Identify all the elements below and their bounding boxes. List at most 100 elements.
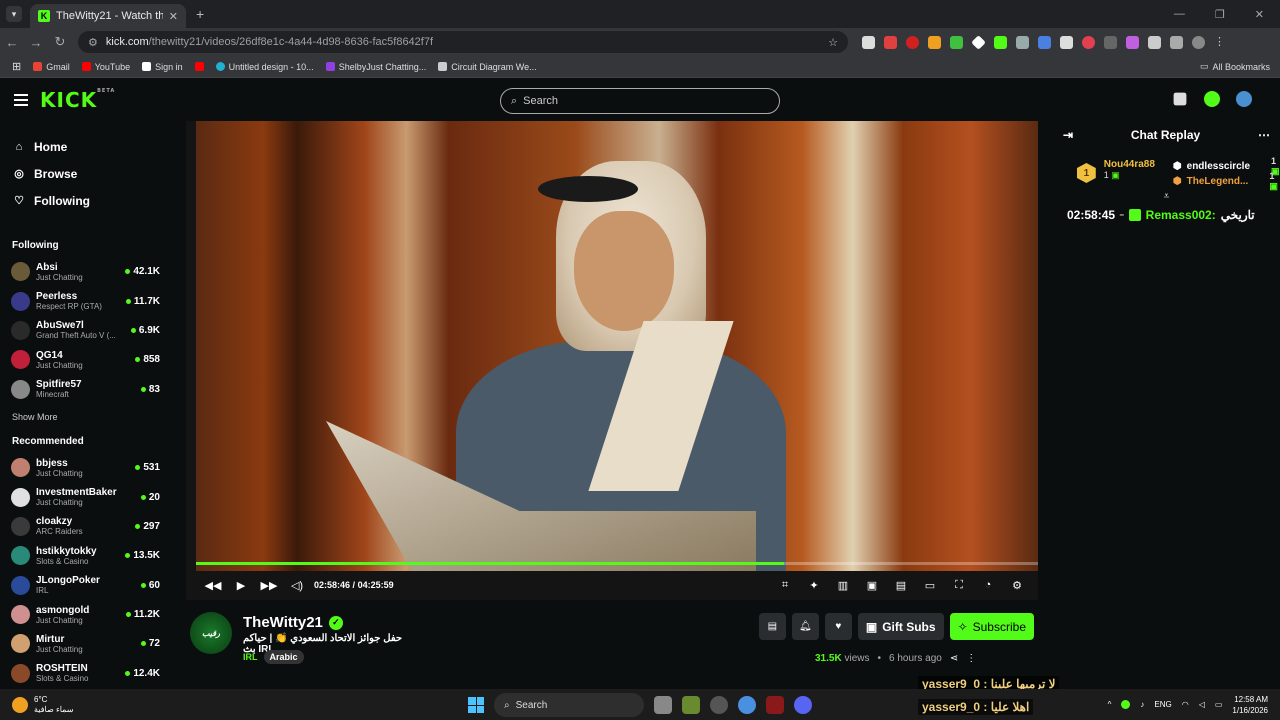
speed-icon[interactable]: ◔	[979, 576, 997, 594]
url-bar[interactable]: ⚙ kick.com/thewitty21/videos/26df8e1c-4a…	[78, 31, 848, 53]
extension-icon[interactable]	[1126, 35, 1139, 49]
channel-name[interactable]: TheWitty21 ✓	[243, 614, 343, 631]
extension-icon[interactable]	[1016, 35, 1029, 49]
clip-crop-icon[interactable]: ⌗	[776, 576, 794, 594]
app-icon[interactable]	[710, 696, 728, 714]
all-bookmarks-button[interactable]: ▭ All Bookmarks	[1200, 61, 1280, 72]
more-options-icon[interactable]: ⋮	[966, 653, 976, 664]
seek-bar[interactable]	[196, 562, 1038, 565]
extension-icon[interactable]	[1038, 35, 1051, 49]
extensions-puzzle-icon[interactable]	[1148, 35, 1161, 49]
channel-item[interactable]: QG14 Just Chatting 858	[0, 345, 170, 374]
restore-icon[interactable]: ❐	[1215, 8, 1225, 21]
user-avatar[interactable]	[1236, 91, 1252, 107]
clock[interactable]: 12:58 AM 1/16/2026	[1232, 694, 1268, 716]
extension-icon[interactable]	[928, 35, 941, 49]
nav-following[interactable]: ♡ Following	[13, 187, 170, 214]
discord-icon[interactable]	[794, 696, 812, 714]
extension-icon[interactable]	[862, 35, 875, 49]
channel-item[interactable]: AbuSwe7l Grand Theft Auto V (... 6.9K	[0, 316, 170, 345]
extension-icon[interactable]	[884, 35, 897, 49]
gifter-item[interactable]: ⬢ TheLegend... 1 ▣	[1173, 171, 1280, 191]
bookmark-shelby[interactable]: ShelbyJust Chatting...	[325, 62, 426, 72]
extension-icon[interactable]	[1104, 35, 1117, 49]
channel-item[interactable]: InvestmentBaker Just Chatting 20	[0, 482, 170, 511]
channel-item[interactable]: asmongold Just Chatting 11.2K	[0, 600, 170, 629]
volume-icon[interactable]: ◁)	[288, 576, 306, 594]
tray-chevron-icon[interactable]: ^	[1108, 700, 1112, 709]
share-icon[interactable]: ⋖	[950, 653, 958, 664]
settings-gear-icon[interactable]: ⚙	[1008, 576, 1026, 594]
subscribe-button[interactable]: ✧ Subscribe	[949, 613, 1034, 640]
theater-mode-icon[interactable]: ▭	[921, 576, 939, 594]
site-info-icon[interactable]: ⚙	[88, 36, 98, 49]
channel-item[interactable]: bbjess Just Chatting 531	[0, 453, 170, 482]
kick-logo[interactable]: KICKBETA	[40, 88, 115, 112]
extension-icon[interactable]	[950, 35, 963, 49]
channel-item[interactable]: cloakzy ARC Raiders 297	[0, 512, 170, 541]
chrome-icon[interactable]	[738, 696, 756, 714]
app-icon[interactable]	[682, 696, 700, 714]
tab-search-button[interactable]: ▾	[6, 6, 22, 22]
bookmark-youtube-icon[interactable]	[194, 62, 204, 71]
channel-item[interactable]: JLongoPoker IRL 60	[0, 571, 170, 600]
extension-icon[interactable]	[906, 35, 919, 49]
bookmark-star-icon[interactable]: ☆	[828, 36, 838, 49]
sparkle-icon[interactable]: ✦	[805, 576, 823, 594]
bookmark-canva[interactable]: Untitled design - 10...	[215, 62, 314, 72]
extension-icon[interactable]	[994, 35, 1007, 49]
nav-browse[interactable]: ◎ Browse	[13, 160, 170, 187]
channel-item[interactable]: Mirtur Just Chatting 72	[0, 629, 170, 658]
video-player[interactable]: ◀◀ ▶ ▶▶ ◁) 02:58:46 / 04:25:59 ⌗ ✦ ▥ ▣ ▤…	[186, 121, 1038, 600]
search-input[interactable]: ⌕ Search	[500, 88, 780, 114]
app-icon[interactable]	[766, 696, 784, 714]
bookmark-youtube[interactable]: YouTube	[81, 62, 130, 72]
stats-icon[interactable]: ▥	[834, 576, 852, 594]
mic-icon[interactable]: ♪	[1140, 700, 1144, 709]
bookmark-circuit[interactable]: Circuit Diagram We...	[438, 62, 537, 72]
channel-item[interactable]: hstikkytokky Slots & Casino 13.5K	[0, 541, 170, 570]
fullscreen-icon[interactable]: ⛶	[950, 576, 968, 594]
collapse-chat-icon[interactable]: ⇥	[1063, 128, 1073, 142]
browser-tab[interactable]: K TheWitty21 - Watch the VOD o ✕	[30, 4, 186, 28]
forward-icon[interactable]: →	[24, 35, 48, 50]
extension-icon[interactable]	[1082, 35, 1095, 49]
video-frame[interactable]	[196, 121, 1038, 571]
reload-icon[interactable]: ↻	[48, 34, 72, 50]
close-window-icon[interactable]: ✕	[1255, 8, 1264, 21]
channel-item[interactable]: ROSHTEIN Slots & Casino 12.4K	[0, 659, 170, 688]
back-icon[interactable]: ←	[0, 35, 24, 50]
tab-close-icon[interactable]: ✕	[169, 10, 178, 23]
wifi-icon[interactable]: ◠	[1182, 700, 1189, 709]
chat-options-icon[interactable]: ⋯	[1258, 128, 1270, 142]
channel-item[interactable]: Peerless Respect RP (GTA) 11.7K	[0, 286, 170, 315]
profile-avatar[interactable]	[1192, 35, 1205, 49]
rewind-icon[interactable]: ◀◀	[204, 576, 222, 594]
channel-item[interactable]: Spitfire57 Minecraft 83	[0, 375, 170, 404]
cast-icon[interactable]: ▤	[892, 576, 910, 594]
new-tab-button[interactable]: +	[196, 6, 204, 22]
category-link[interactable]: IRL	[243, 652, 258, 662]
clip-button[interactable]: ▤	[758, 613, 786, 640]
speaker-icon[interactable]: ◁	[1199, 700, 1205, 709]
expand-chevron-icon[interactable]: ⩡	[1053, 191, 1280, 202]
language-tag[interactable]: Arabic	[263, 650, 304, 664]
fast-forward-icon[interactable]: ▶▶	[260, 576, 278, 594]
bookmark-gmail[interactable]: Gmail	[33, 62, 70, 72]
gift-subs-button[interactable]: ▣ Gift Subs	[857, 613, 944, 640]
notification-button[interactable]: 🔔︎	[791, 613, 819, 640]
top-gifter[interactable]: Nou44ra88 1 ▣	[1104, 159, 1155, 189]
play-icon[interactable]: ▶	[232, 576, 250, 594]
channel-avatar[interactable]: رقيب	[190, 612, 232, 654]
channel-item[interactable]: Absi Just Chatting 42.1K	[0, 257, 170, 286]
kick-coin-icon[interactable]	[1204, 91, 1220, 107]
show-more-link[interactable]: Show More	[12, 412, 170, 422]
battery-icon[interactable]: ▭	[1215, 700, 1223, 709]
minimize-icon[interactable]: —	[1174, 8, 1185, 21]
bookmark-signin[interactable]: Sign in	[142, 62, 183, 72]
extension-icon[interactable]	[971, 34, 986, 50]
pip-icon[interactable]: ▣	[863, 576, 881, 594]
media-icon[interactable]	[1170, 35, 1183, 49]
drops-icon[interactable]	[1173, 92, 1187, 106]
language-indicator[interactable]: ENG	[1154, 700, 1171, 709]
